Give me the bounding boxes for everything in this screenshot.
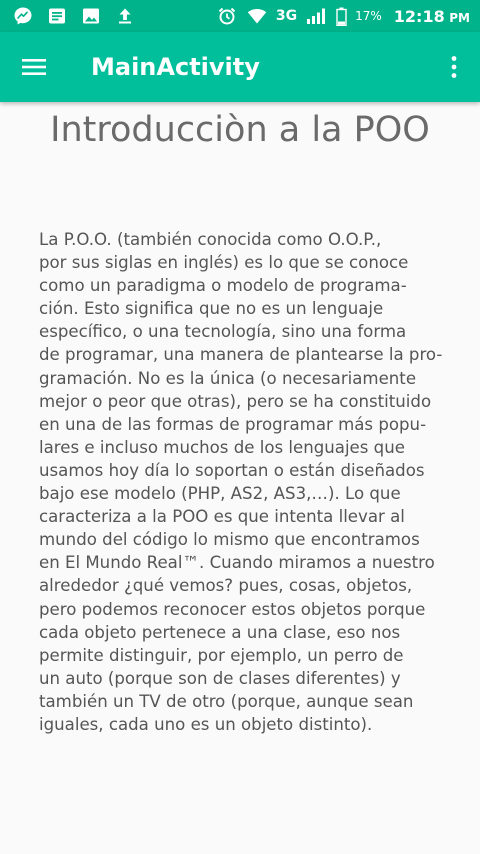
navigation-menu-button[interactable] [12, 45, 56, 89]
app-title: MainActivity [91, 53, 260, 81]
signal-icon [305, 5, 327, 27]
overflow-menu-button[interactable] [436, 45, 472, 89]
clock-time: 12:18 [393, 6, 445, 26]
wifi-icon [246, 5, 268, 27]
messenger-icon [12, 5, 34, 27]
status-bar: 3G 17% 12:18 PM [0, 0, 480, 32]
body-text: La P.O.O. (también conocida como O.O.P.,… [39, 230, 443, 734]
image-icon [80, 5, 102, 27]
notification-icons [12, 5, 136, 27]
app-bar: MainActivity [0, 32, 480, 102]
page-heading: Introducciòn a la POO [50, 110, 430, 150]
overflow-menu-icon [451, 56, 457, 78]
main-content: Introducciòn a la POO La P.O.O. (también… [0, 102, 480, 854]
network-type: 3G [275, 8, 298, 24]
battery-level: 17% [355, 9, 382, 23]
system-status: 3G 17% 12:18 PM [216, 5, 470, 27]
clock-ampm: PM [449, 10, 470, 25]
hamburger-menu-icon [22, 59, 46, 75]
clock: 12:18 PM [390, 7, 470, 26]
upload-icon [114, 5, 136, 27]
battery-icon [335, 5, 347, 27]
alarm-icon [216, 5, 238, 27]
notes-icon [46, 5, 68, 27]
